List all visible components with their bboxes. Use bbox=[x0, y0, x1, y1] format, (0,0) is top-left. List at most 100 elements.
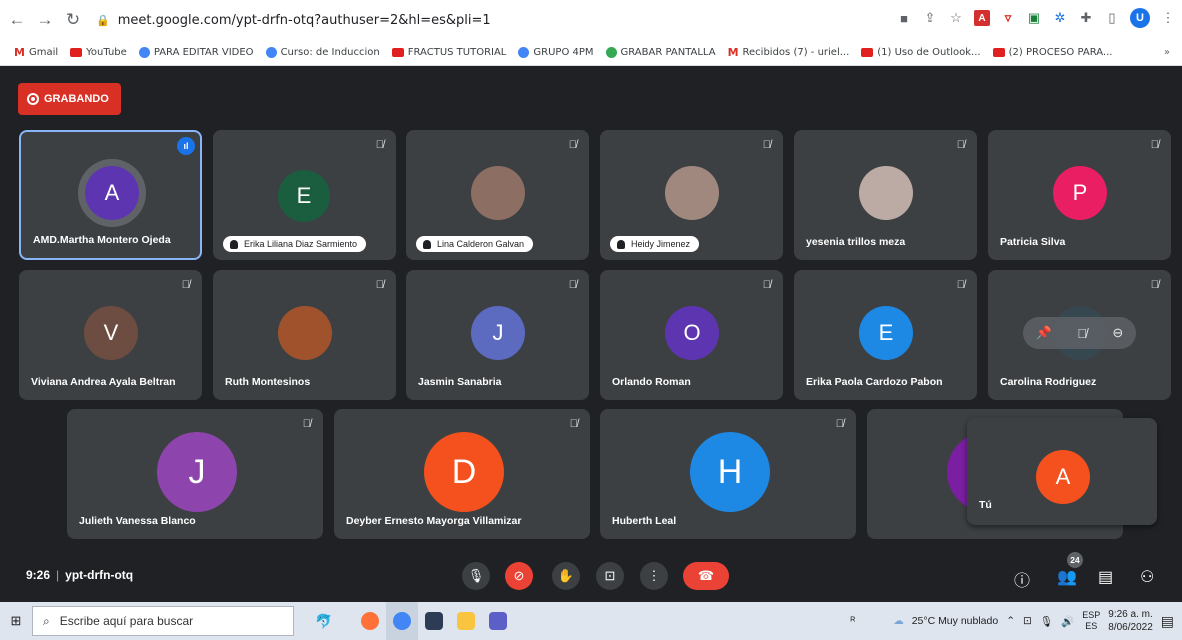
bookmark-outlook[interactable]: (1) Uso de Outlook... bbox=[861, 47, 981, 58]
address-bar[interactable]: 🔒 meet.google.com/ypt-drfn-otq?authuser=… bbox=[96, 5, 846, 35]
bookmark-youtube[interactable]: YouTube bbox=[70, 47, 127, 58]
taskbar-search[interactable]: ⌕ Escribe aquí para buscar bbox=[32, 606, 294, 636]
share-icon[interactable]: ⇪ bbox=[922, 10, 938, 26]
mic-tray-icon[interactable]: 🎙 bbox=[1040, 615, 1053, 628]
profile-avatar[interactable]: U bbox=[1130, 8, 1150, 28]
participant-tile[interactable]: E 🎙̸ Erika Liliana Diaz Sarmiento bbox=[213, 130, 396, 260]
speaking-indicator-icon: ıl bbox=[177, 137, 195, 155]
bookmark-globe-icon bbox=[518, 47, 530, 58]
participant-tile[interactable]: 📌 🎙̸ ⊖ 🎙̸ Carolina Rodriguez bbox=[988, 270, 1171, 400]
weather-text[interactable]: 25°C Muy nublado bbox=[912, 615, 999, 627]
pdf-extension-icon[interactable]: A bbox=[974, 10, 990, 26]
back-arrow-icon[interactable]: ← bbox=[6, 10, 28, 30]
bookmark-gmail[interactable]: M Gmail bbox=[14, 46, 58, 59]
participant-tile[interactable]: P 🎙̸ Patricia Silva bbox=[988, 130, 1171, 260]
participant-tile[interactable]: 🎙̸ Lina Calderon Galvan bbox=[406, 130, 589, 260]
notifications-icon[interactable]: ▤ bbox=[1161, 613, 1174, 630]
more-options-button[interactable]: ⋮ bbox=[640, 562, 668, 590]
participant-tile[interactable]: O 🎙̸ Orlando Roman bbox=[600, 270, 783, 400]
recording-badge[interactable]: GRABANDO bbox=[18, 83, 121, 115]
participant-tile[interactable]: 🎙̸ Heidy Jimenez bbox=[600, 130, 783, 260]
pin-icon[interactable]: 📌 bbox=[1036, 325, 1052, 341]
avatar: J bbox=[471, 306, 525, 360]
chat-icon[interactable]: ▤ bbox=[1098, 567, 1113, 587]
participant-tile[interactable]: 🎙̸ yesenia trillos meza bbox=[794, 130, 977, 260]
menu-kebab-icon[interactable]: ⋮ bbox=[1160, 10, 1176, 26]
bookmark-editar-video[interactable]: PARA EDITAR VIDEO bbox=[138, 47, 254, 58]
bookmark-globe-icon bbox=[265, 47, 277, 58]
participant-tile[interactable]: D 🎙̸ Deyber Ernesto Mayorga Villamizar bbox=[334, 409, 590, 539]
present-screen-button[interactable]: ⊡ bbox=[596, 562, 624, 590]
participant-tile[interactable]: J 🎙̸ Jasmin Sanabria bbox=[406, 270, 589, 400]
windows-start-icon[interactable]: ⊞ bbox=[0, 602, 32, 640]
network-icon[interactable]: ⊡ bbox=[1023, 615, 1032, 627]
search-highlight-icon[interactable]: 🐬 bbox=[294, 602, 354, 640]
bookmark-fractus[interactable]: FRACTUS TUTORIAL bbox=[391, 47, 506, 58]
chevron-up-icon[interactable]: ⌃ bbox=[1006, 615, 1015, 627]
avatar: E bbox=[278, 170, 330, 222]
green-extension-icon[interactable]: ▣ bbox=[1026, 10, 1042, 26]
activities-icon[interactable]: ⚇ bbox=[1140, 567, 1154, 587]
teams-icon[interactable] bbox=[482, 602, 514, 640]
firefox-icon[interactable] bbox=[354, 602, 386, 640]
record-icon bbox=[27, 93, 39, 105]
mic-button[interactable]: 🎙 bbox=[462, 562, 490, 590]
mic-off-icon: 🎙̸ bbox=[375, 139, 384, 151]
file-explorer-icon[interactable] bbox=[450, 602, 482, 640]
participant-name-pill: Heidy Jimenez bbox=[610, 236, 700, 252]
language-indicator[interactable]: ESP ES bbox=[1082, 610, 1100, 632]
bookmark-grupo[interactable]: GRUPO 4PM bbox=[518, 47, 594, 58]
raise-hand-button[interactable]: ✋ bbox=[552, 562, 580, 590]
mic-off-icon: 🎙̸ bbox=[956, 279, 965, 291]
participant-tile[interactable]: E 🎙̸ Erika Paola Cardozo Pabon bbox=[794, 270, 977, 400]
star-icon[interactable]: ☆ bbox=[948, 10, 964, 26]
bookmark-curso[interactable]: Curso: de Induccion bbox=[265, 47, 380, 58]
self-view-tile[interactable]: A Tú bbox=[967, 418, 1157, 525]
bookmark-app-icon bbox=[605, 47, 617, 58]
camera-icon[interactable]: ■ bbox=[896, 10, 912, 26]
participant-tile[interactable]: A ıl AMD.Martha Montero Ojeda bbox=[19, 130, 202, 260]
avatar-photo bbox=[859, 166, 913, 220]
leave-call-button[interactable]: ☎ bbox=[683, 562, 729, 590]
mic-off-icon: 🎙̸ bbox=[1150, 139, 1159, 151]
self-avatar: A bbox=[1036, 450, 1090, 504]
participant-tile[interactable]: 🎙̸ Ruth Montesinos bbox=[213, 270, 396, 400]
remove-icon[interactable]: ⊖ bbox=[1112, 325, 1123, 341]
mic-off-icon: 🎙̸ bbox=[956, 139, 965, 151]
bookmark-grabar[interactable]: GRABAR PANTALLA bbox=[605, 47, 716, 58]
url-text[interactable]: meet.google.com/ypt-drfn-otq?authuser=2&… bbox=[118, 13, 491, 28]
participant-count-badge: 24 bbox=[1067, 552, 1083, 568]
participant-tile[interactable]: V 🎙̸ Viviana Andrea Ayala Beltran bbox=[19, 270, 202, 400]
mic-off-icon: 🎙̸ bbox=[835, 418, 844, 430]
mute-participant-icon[interactable]: 🎙̸ bbox=[1077, 326, 1087, 341]
avatar-photo bbox=[665, 166, 719, 220]
reload-icon[interactable]: ↻ bbox=[62, 10, 84, 30]
camera-off-button[interactable]: ⊘ bbox=[505, 562, 533, 590]
volume-icon[interactable]: 🔊 bbox=[1061, 615, 1074, 628]
info-icon[interactable]: ⓘ bbox=[1014, 567, 1030, 591]
bookmark-recibidos[interactable]: M Recibidos (7) - uriel... bbox=[728, 46, 850, 59]
participant-name: Ruth Montesinos bbox=[225, 376, 311, 388]
bookmarks-more-icon[interactable]: » bbox=[1164, 47, 1170, 58]
people-tray-icon[interactable]: ᴿ bbox=[850, 615, 855, 627]
chrome-icon[interactable] bbox=[386, 602, 418, 640]
toolbar: ← → ↻ 🔒 meet.google.com/ypt-drfn-otq?aut… bbox=[0, 0, 1182, 40]
mic-off-icon: 🎙̸ bbox=[762, 279, 771, 291]
forward-arrow-icon[interactable]: → bbox=[34, 10, 56, 30]
participant-tile[interactable]: H 🎙̸ Huberth Leal bbox=[600, 409, 856, 539]
participant-name: Julieth Vanessa Blanco bbox=[79, 515, 196, 527]
participant-tile[interactable]: J 🎙̸ Julieth Vanessa Blanco bbox=[67, 409, 323, 539]
pocket-icon[interactable]: ▿ bbox=[1000, 10, 1016, 26]
self-name: Tú bbox=[979, 499, 992, 511]
avatar-photo bbox=[471, 166, 525, 220]
clock[interactable]: 9:26 a. m. 8/06/2022 bbox=[1108, 608, 1153, 634]
mic-off-icon: 🎙̸ bbox=[569, 418, 578, 430]
participant-name: Viviana Andrea Ayala Beltran bbox=[31, 376, 176, 388]
puzzle-icon[interactable]: ✚ bbox=[1078, 10, 1094, 26]
side-panel-icon[interactable]: ▯ bbox=[1104, 10, 1120, 26]
people-icon[interactable]: 👥 bbox=[1057, 567, 1077, 587]
bookmark-proceso[interactable]: (2) PROCESO PARA... bbox=[992, 47, 1112, 58]
flower-extension-icon[interactable]: ✲ bbox=[1052, 10, 1068, 26]
participant-name: yesenia trillos meza bbox=[806, 236, 906, 248]
3cx-icon[interactable] bbox=[418, 602, 450, 640]
